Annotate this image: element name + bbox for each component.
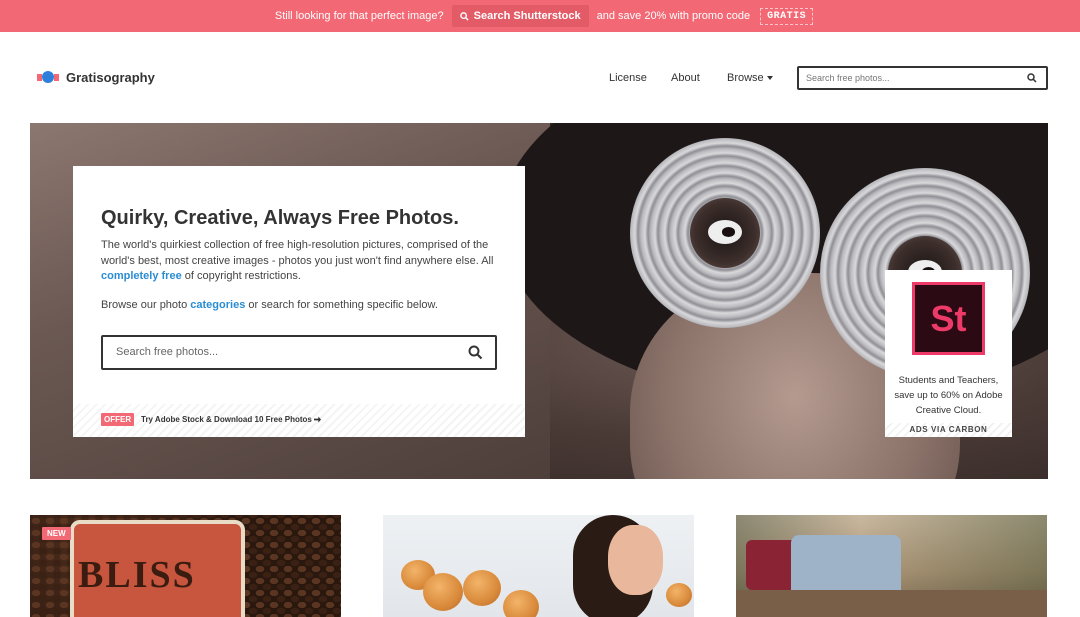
adobe-stock-logo-icon: St <box>912 282 985 355</box>
new-badge: NEW <box>42 527 71 540</box>
hero-search-input[interactable] <box>116 346 446 358</box>
search-shutterstock-label: Search Shutterstock <box>473 10 581 22</box>
photo-thumbnail-ripped-jeans[interactable] <box>736 515 1047 617</box>
site-header: Gratisography License About Browse <box>0 32 1080 122</box>
coffee-can-label: BLISS <box>78 554 196 596</box>
promo-lead-text: Still looking for that perfect image? <box>274 10 444 22</box>
hero-search-box <box>101 335 497 370</box>
search-icon[interactable] <box>1027 73 1037 83</box>
promo-code: GRATIS <box>760 7 814 25</box>
caret-down-icon <box>766 76 773 81</box>
nav-license-link[interactable]: License <box>609 72 647 84</box>
search-icon[interactable] <box>468 345 483 360</box>
hero-card: Quirky, Creative, Always Free Photos. Th… <box>73 166 525 437</box>
offer-text: Try Adobe Stock & Download 10 Free Photo… <box>141 415 322 424</box>
offer-bar[interactable]: OFFER Try Adobe Stock & Download 10 Free… <box>73 404 525 437</box>
hero-description: The world's quirkiest collection of free… <box>101 239 494 282</box>
header-search-input[interactable] <box>799 73 1019 83</box>
header-search-box <box>797 66 1048 90</box>
photo-thumbnail-donuts[interactable] <box>383 515 694 617</box>
logo-mark-icon <box>37 71 59 84</box>
offer-badge: OFFER <box>101 413 135 426</box>
nav-about-link[interactable]: About <box>671 72 700 84</box>
categories-link[interactable]: categories <box>190 299 245 311</box>
hero-title: Quirky, Creative, Always Free Photos. <box>101 207 459 229</box>
photo-thumbnail-coffee-can[interactable]: BLISS NEW <box>30 515 341 617</box>
promo-tail-text: and save 20% with promo code <box>596 10 751 22</box>
logo-text: Gratisography <box>66 70 155 85</box>
goggle-left <box>630 138 820 328</box>
site-logo[interactable]: Gratisography <box>37 70 155 85</box>
arrow-right-icon <box>314 415 322 423</box>
completely-free-link[interactable]: completely free <box>101 270 182 282</box>
ad-text: Students and Teachers, save up to 60% on… <box>894 375 1003 416</box>
carbon-ad[interactable]: St Students and Teachers, save up to 60%… <box>885 270 1012 437</box>
hero-browse-text: Browse our photo categories or search fo… <box>101 299 438 311</box>
ads-via-carbon-label[interactable]: ADS VIA CARBON <box>885 423 1012 437</box>
search-shutterstock-button[interactable]: Search Shutterstock <box>451 5 589 27</box>
nav-browse-label: Browse <box>727 72 764 84</box>
promo-bar: Still looking for that perfect image? Se… <box>0 0 1080 32</box>
search-icon <box>459 11 469 21</box>
nav-browse-dropdown[interactable]: Browse <box>727 72 773 84</box>
